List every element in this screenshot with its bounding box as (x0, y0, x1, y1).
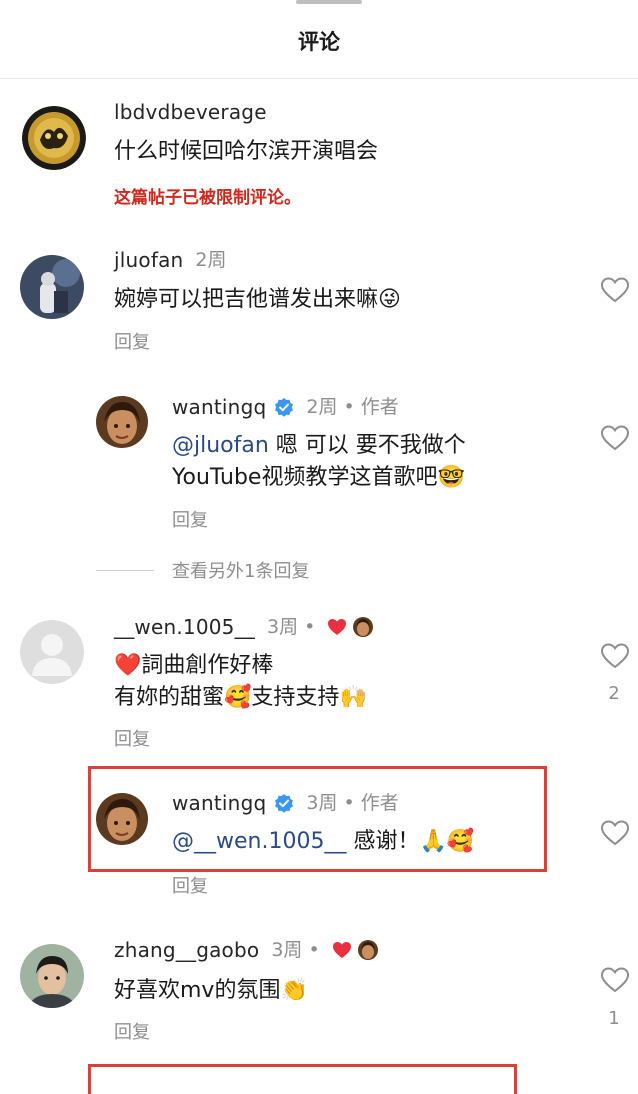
reply-button[interactable]: 回复 (172, 506, 208, 532)
comment-header: zhang__gaobo 3周 • (114, 938, 378, 962)
tongue-wink-emoji-icon: 😜 (378, 287, 401, 312)
reply-button[interactable]: 回复 (114, 328, 150, 354)
comment-time-author: 2周 • 作者 (306, 396, 399, 418)
clapping-hands-emoji-icon: 👏 (280, 978, 308, 1003)
sheet-drag-handle[interactable] (296, 0, 362, 4)
avatar[interactable] (20, 255, 84, 319)
heart-outline-icon (600, 643, 630, 669)
comment-text: 婉婷可以把吉他谱发出来嘛😜 (114, 284, 401, 315)
nerd-face-emoji-icon: 🤓 (437, 465, 465, 490)
header-divider (0, 78, 638, 79)
creator-avatar-icon (357, 940, 378, 960)
comment-header: jluofan 2周 (114, 248, 227, 272)
comment-text-line2: 有妳的甜蜜🥰支持支持🙌 (114, 682, 367, 713)
comment-text-content: 詞曲創作好棒 (141, 653, 274, 678)
comment-header: wantingq 2周 • 作者 (172, 395, 399, 419)
restriction-notice: 这篇帖子已被限制评论。 (114, 188, 301, 208)
comment-text: @jluofan 嗯 可以 要不我做个 (172, 430, 466, 461)
comment-header: lbdvdbeverage (114, 100, 267, 124)
username[interactable]: zhang__gaobo (114, 938, 259, 962)
username[interactable]: wantingq (172, 395, 266, 419)
comment-time: 3周 • (271, 939, 320, 961)
page-title: 评论 (298, 30, 340, 54)
heart-outline-icon (600, 820, 630, 846)
heart-filled-icon (332, 940, 352, 960)
comment-text: 什么时候回哈尔滨开演唱会 (114, 139, 379, 164)
comment-header: __wen.1005__ 3周 • (114, 615, 374, 639)
red-heart-emoji-icon: ❤️ (114, 653, 142, 678)
heart-filled-icon (327, 617, 347, 637)
creator-avatar-icon (353, 617, 374, 637)
mention-link[interactable]: @jluofan (172, 433, 269, 458)
heart-outline-icon (600, 277, 630, 303)
comment-time: 2周 (195, 249, 227, 271)
comment-text-content: 有妳的甜蜜 (114, 685, 225, 710)
divider (96, 569, 154, 571)
comment-text: ❤️詞曲創作好棒 (114, 650, 273, 681)
highlight-annotation-box (88, 1064, 517, 1094)
reply-button[interactable]: 回复 (114, 725, 150, 751)
raised-hands-emoji-icon: 🙌 (339, 685, 367, 710)
highlight-annotation-box (88, 766, 547, 872)
comment-time: 3周 • (267, 616, 316, 638)
like-button[interactable] (600, 424, 630, 452)
heart-outline-icon (600, 425, 630, 451)
reply-button[interactable]: 回复 (172, 872, 208, 898)
avatar[interactable] (96, 396, 148, 448)
comment-text: 好喜欢mv的氛围👏 (114, 975, 308, 1006)
like-button[interactable] (600, 276, 630, 304)
username[interactable]: __wen.1005__ (114, 615, 255, 639)
comment-text-content: YouTube视频教学这首歌吧 (172, 465, 438, 490)
like-button[interactable] (600, 819, 630, 847)
verified-badge-icon (274, 397, 294, 417)
smiling-hearts-emoji-icon: 🥰 (224, 685, 252, 710)
comment-text-content: 婉婷可以把吉他谱发出来嘛 (114, 287, 379, 312)
avatar[interactable] (22, 106, 86, 170)
like-count: 1 (608, 1008, 620, 1029)
heart-outline-icon (600, 967, 630, 993)
avatar[interactable] (20, 620, 84, 684)
comment-text-line2: YouTube视频教学这首歌吧🤓 (172, 462, 465, 493)
username[interactable]: lbdvdbeverage (114, 100, 267, 124)
username[interactable]: jluofan (114, 248, 183, 272)
comment-text-content: 好喜欢mv的氛围 (114, 978, 281, 1003)
like-count: 2 (608, 683, 620, 704)
comment-text-content: 支持支持 (251, 685, 340, 710)
comment-text-content: 嗯 可以 要不我做个 (268, 433, 466, 458)
view-more-replies-label: 查看另外1条回复 (172, 561, 310, 582)
like-button[interactable] (600, 642, 630, 670)
reply-button[interactable]: 回复 (114, 1018, 150, 1044)
like-button[interactable] (600, 966, 630, 994)
view-more-replies-button[interactable]: 查看另外1条回复 (96, 557, 309, 583)
avatar[interactable] (20, 944, 84, 1008)
